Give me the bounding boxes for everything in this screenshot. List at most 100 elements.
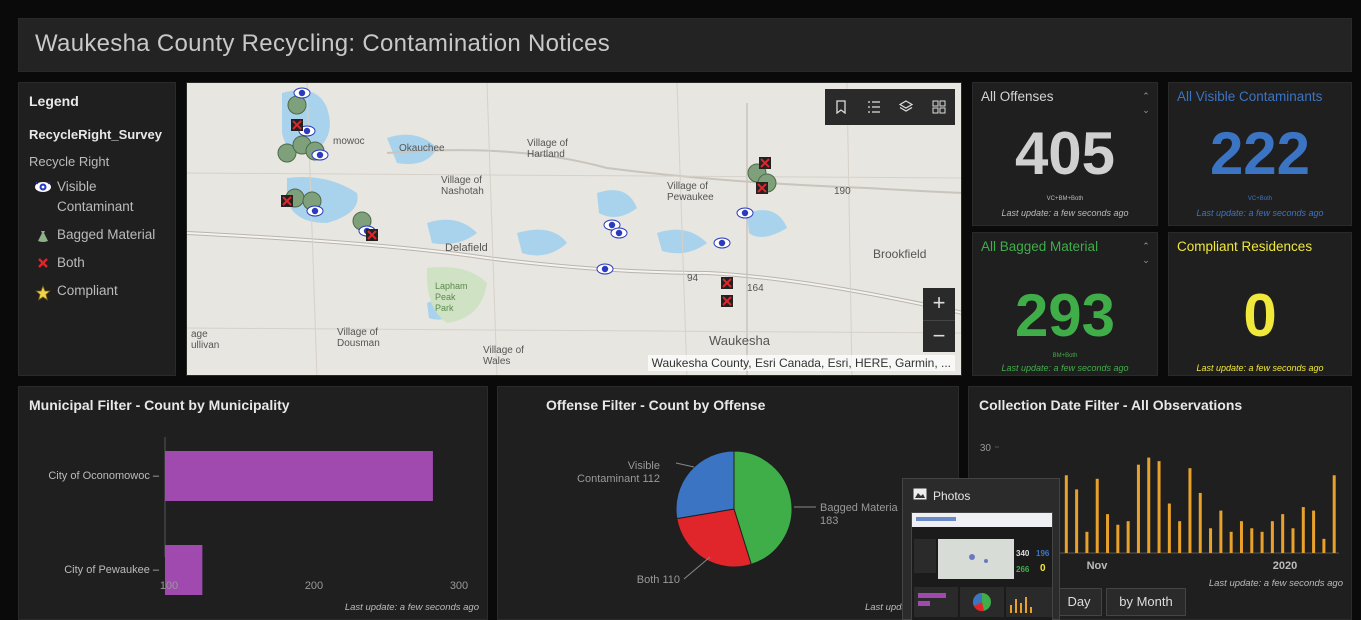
chart-title: Collection Date Filter - All Observation…	[979, 397, 1243, 413]
indicator-update: Last update: a few seconds ago	[1001, 363, 1129, 373]
legend-heading: Legend	[29, 93, 79, 109]
scroll-arrows[interactable]: ⌃ ⌄	[1141, 89, 1151, 117]
indicator-label: All Bagged Material	[981, 239, 1099, 254]
photo-thumbnail[interactable]: 340 196 266 0	[911, 512, 1053, 620]
layers-icon[interactable]	[895, 96, 917, 118]
bookmark-icon[interactable]	[830, 96, 852, 118]
bar	[1085, 531, 1089, 553]
chart-update: Last update: a few seconds ago	[344, 602, 479, 613]
indicator-bagged-material: All Bagged Material ⌃ ⌄ 293 BM+Both Last …	[972, 232, 1158, 376]
bar	[165, 451, 433, 501]
dashboard-title: Waukesha County Recycling: Contamination…	[35, 30, 611, 57]
legend-item-bagged: Bagged Material	[29, 225, 165, 245]
x-tick-label: 300	[450, 580, 468, 592]
x-tick-label: 2020	[1273, 560, 1297, 572]
bar	[1157, 461, 1161, 553]
leader-line	[675, 462, 695, 468]
slice-value: 183	[820, 515, 838, 527]
chart-title: Offense Filter - Count by Offense	[546, 397, 766, 413]
zoom-in-button[interactable]: +	[923, 288, 955, 320]
bar	[1219, 510, 1223, 553]
indicator-update: Last update: a few seconds ago	[1001, 208, 1129, 218]
bar	[1198, 492, 1202, 553]
indicator-value: 0	[1243, 282, 1277, 349]
bar	[1250, 528, 1254, 553]
bar	[1064, 475, 1068, 553]
indicator-visible-contaminants: All Visible Contaminants 222 VC+Both Las…	[1168, 82, 1352, 226]
basemap-gallery-icon[interactable]	[928, 96, 950, 118]
indicator-compliant-residences: Compliant Residences 0 Last update: a fe…	[1168, 232, 1352, 376]
legend-panel: Legend RecycleRight_Survey Recycle Right…	[18, 82, 176, 376]
map-toolbar	[825, 89, 955, 125]
indicator-label: All Offenses	[981, 89, 1054, 104]
legend-item-label: Bagged Material	[57, 227, 156, 242]
image-icon	[913, 488, 927, 503]
indicator-label: Compliant Residences	[1177, 239, 1313, 254]
indicator-label: All Visible Contaminants	[1177, 89, 1323, 104]
bar	[1167, 503, 1171, 553]
pie-slice	[675, 450, 735, 520]
indicator-value: 222	[1209, 120, 1311, 187]
indicator-update: Last update: a few seconds ago	[1196, 208, 1324, 218]
by-month-button[interactable]: by Month	[1106, 588, 1186, 616]
slice-label: Bagged Materia	[820, 502, 899, 514]
bar	[1188, 468, 1192, 553]
x-tick-label: 200	[305, 580, 323, 592]
day-button[interactable]: Day	[1056, 588, 1102, 616]
photos-popup[interactable]: Photos 340 196 266 0	[902, 478, 1060, 620]
dashboard-thumbnail	[912, 513, 1052, 620]
bar	[1209, 528, 1213, 553]
bar	[1136, 464, 1140, 553]
photos-title: Photos	[933, 488, 971, 503]
legend-item-both: Both	[29, 253, 165, 273]
indicator-value: 405	[1014, 120, 1116, 187]
bag-icon	[29, 225, 57, 243]
municipal-bar-chart: City of Oconomowoc – City of Pewaukee –10…	[48, 437, 468, 595]
thumb-value: 196	[1036, 549, 1050, 558]
bar	[1281, 514, 1285, 553]
bar	[1229, 531, 1233, 553]
slice-label: Contaminant 112	[577, 473, 660, 485]
bar	[1239, 521, 1243, 553]
bar	[1106, 514, 1110, 553]
indicator-all-offenses: All Offenses ⌃ ⌄ 405 VC+BM+Both Last upda…	[972, 82, 1158, 226]
chart-update: Last update: a few seconds ago	[1208, 578, 1343, 589]
zoom-control: + −	[923, 288, 955, 352]
bar	[1147, 457, 1151, 553]
chart-title: Municipal Filter - Count by Municipality	[29, 397, 290, 413]
indicator-value: 293	[1014, 282, 1116, 349]
bar	[1312, 510, 1316, 553]
map-view[interactable]: mowoc Okauchee Village of Hartland Villa…	[186, 82, 962, 376]
slice-label: Visible	[628, 460, 660, 472]
legend-item-compliant: Compliant	[29, 281, 165, 301]
bar	[1301, 507, 1305, 553]
thumb-value: 266	[1016, 565, 1030, 574]
offense-pie-chart: Bagged Materia183 Both 110 VisibleContamin…	[577, 450, 899, 586]
indicator-update: Last update: a few seconds ago	[1196, 363, 1324, 373]
zoom-out-button[interactable]: −	[923, 320, 955, 352]
x-tick-label: 100	[160, 580, 178, 592]
bar	[1126, 521, 1130, 553]
photos-header: Photos	[913, 488, 970, 503]
map-attribution: Waukesha County, Esri Canada, Esri, HERE…	[647, 355, 955, 371]
legend-group-name: Recycle Right	[29, 154, 110, 169]
bar	[1116, 524, 1120, 553]
scroll-arrows[interactable]: ⌃ ⌄	[1141, 239, 1151, 267]
list-icon[interactable]	[863, 96, 885, 118]
bar	[1322, 538, 1326, 553]
legend-layer-name: RecycleRight_Survey	[29, 127, 162, 142]
leader-line	[683, 556, 711, 580]
category-label: City of Pewaukee –	[64, 564, 160, 576]
legend-item-label: Visible Contaminant	[57, 179, 134, 214]
thumb-value: 0	[1040, 563, 1046, 574]
x-tick-label: Nov	[1087, 560, 1109, 572]
bar	[1270, 521, 1274, 553]
bar	[1291, 528, 1295, 553]
legend-item-label: Compliant	[57, 283, 118, 298]
indicator-formula: VC+Both	[1247, 196, 1273, 202]
dashboard-header: Waukesha County Recycling: Contamination…	[18, 18, 1352, 72]
map-markers	[277, 87, 777, 308]
indicator-formula: VC+BM+Both	[1046, 196, 1084, 202]
offense-chart-panel: Offense Filter - Count by Offense Bagged…	[497, 386, 959, 620]
bar	[1332, 475, 1336, 553]
